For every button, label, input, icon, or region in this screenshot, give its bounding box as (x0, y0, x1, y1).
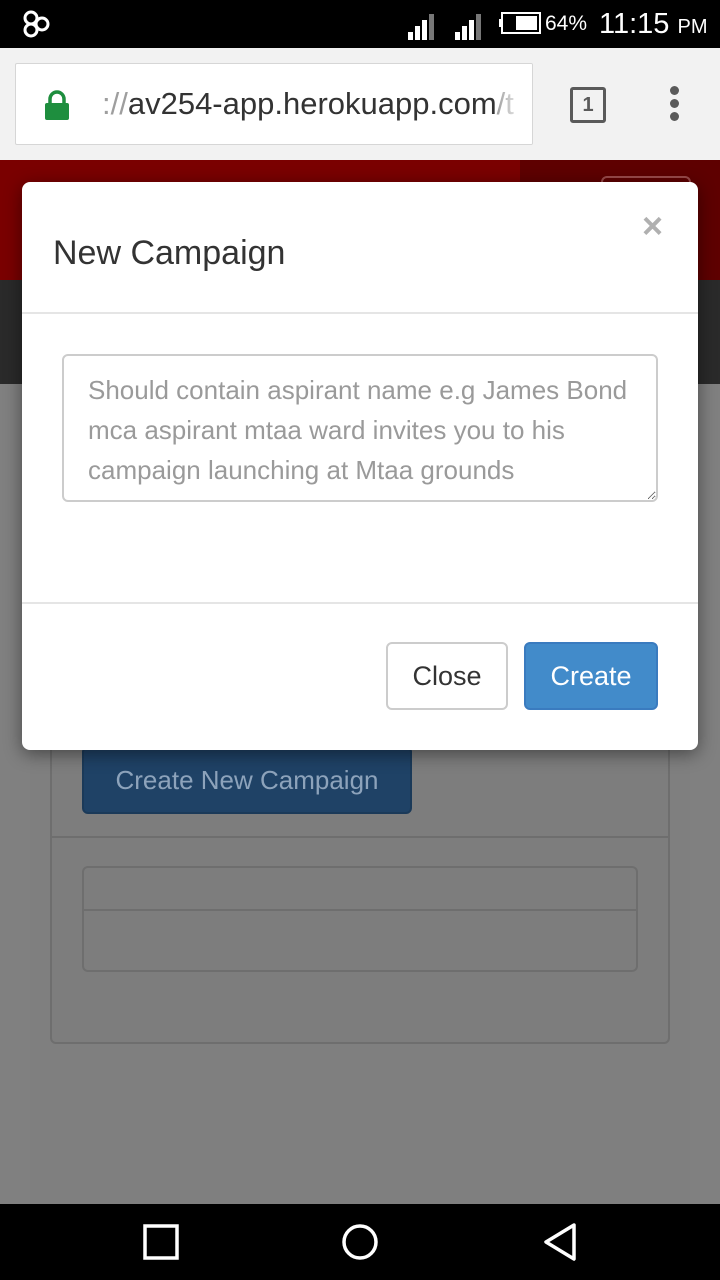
modal-title: New Campaign (53, 234, 286, 272)
system-nav-bar (0, 1204, 720, 1280)
url-scheme: :// (102, 86, 128, 121)
panel-divider (52, 836, 668, 838)
clock: 11:15 PM (599, 8, 707, 41)
campaign-message-input[interactable] (62, 354, 658, 502)
modal-footer: Close Create (22, 602, 698, 750)
url-fade (496, 64, 532, 144)
new-campaign-modal: New Campaign × Close Create (22, 182, 698, 750)
status-bar: 64% 11:15 PM (0, 0, 720, 48)
battery-icon (499, 12, 541, 34)
create-button[interactable]: Create (524, 642, 658, 710)
modal-header: New Campaign × (22, 182, 698, 314)
url-host: av254-app.herokuapp.com (127, 86, 497, 121)
url-text: ://av254-app.herokuapp.com/t (102, 85, 514, 123)
close-button[interactable]: Close (386, 642, 508, 710)
recents-icon[interactable] (141, 1222, 181, 1262)
signal-icon (455, 14, 481, 40)
lock-icon (45, 90, 69, 120)
browser-toolbar: ://av254-app.herokuapp.com/t 1 (0, 48, 720, 160)
clock-time: 11:15 (599, 8, 670, 40)
close-icon[interactable]: × (642, 206, 663, 246)
home-icon[interactable] (340, 1222, 380, 1262)
address-bar[interactable]: ://av254-app.herokuapp.com/t (15, 63, 533, 145)
battery-percent: 64% (545, 12, 588, 35)
create-new-campaign-button[interactable]: Create New Campaign (82, 746, 412, 814)
overflow-menu-icon[interactable] (664, 86, 684, 126)
clock-ampm: PM (677, 16, 708, 38)
app-logo-icon (23, 10, 50, 38)
modal-body (22, 314, 698, 602)
campaign-list (82, 866, 638, 972)
list-row-divider (84, 909, 636, 911)
signal-icon (408, 14, 434, 40)
back-icon[interactable] (540, 1222, 580, 1262)
tab-switcher-button[interactable]: 1 (570, 87, 606, 123)
